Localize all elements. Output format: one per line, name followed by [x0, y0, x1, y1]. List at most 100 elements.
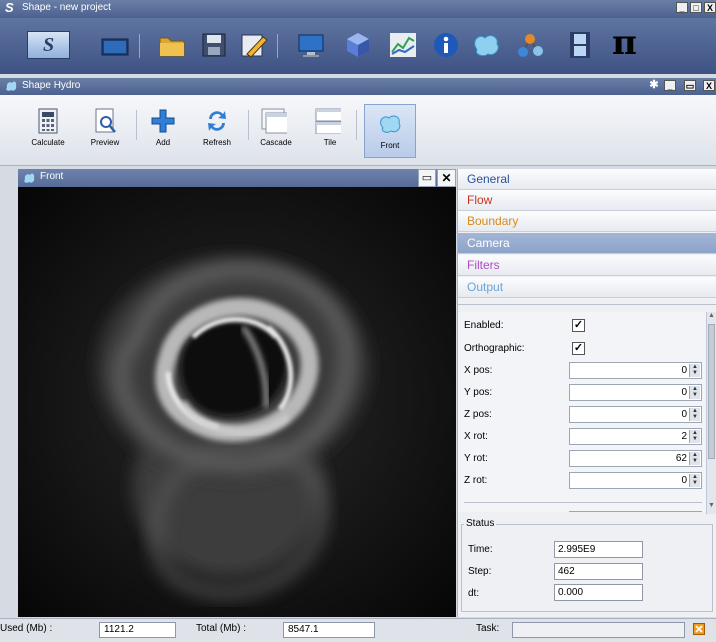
- filters-section-header[interactable]: Filters: [458, 255, 716, 276]
- splash-icon[interactable]: [471, 32, 501, 58]
- x-rot-spinner[interactable]: ▲ ▼: [689, 430, 700, 443]
- general-label: General: [467, 172, 510, 186]
- z-rot-input[interactable]: 0 ▲ ▼: [569, 472, 702, 489]
- step-label: Step:: [468, 566, 492, 577]
- camera-section-header[interactable]: Camera: [458, 233, 716, 254]
- z-pos-input[interactable]: 0 ▲ ▼: [569, 406, 702, 423]
- front-label: Front: [380, 141, 400, 150]
- filters-label: Filters: [467, 258, 500, 272]
- subwindow-restore-button[interactable]: ▭: [684, 80, 696, 91]
- add-label: Add: [155, 138, 171, 147]
- cascade-icon: [261, 108, 287, 134]
- minimize-button[interactable]: _: [676, 2, 688, 13]
- viewport-close-button[interactable]: ✕: [437, 169, 456, 187]
- preview-button[interactable]: Preview: [84, 108, 126, 147]
- app-title-bar: S Shape - new project _ □ X: [0, 0, 716, 18]
- add-icon: [151, 109, 175, 133]
- close-button[interactable]: X: [704, 2, 716, 13]
- y-rot-value: 62: [675, 453, 687, 464]
- cascade-label: Cascade: [260, 138, 292, 147]
- add-button[interactable]: Add: [144, 108, 182, 147]
- output-section-header[interactable]: Output: [458, 277, 716, 298]
- enabled-label: Enabled:: [464, 320, 504, 331]
- x-pos-input[interactable]: 0 ▲ ▼: [569, 362, 702, 379]
- x-pos-spinner[interactable]: ▲ ▼: [689, 364, 700, 377]
- orthographic-label: Orthographic:: [464, 343, 525, 354]
- save-icon[interactable]: [201, 32, 227, 58]
- main-toolbar: S π: [0, 18, 716, 74]
- screen-icon[interactable]: [101, 38, 129, 56]
- y-rot-input[interactable]: 62 ▲ ▼: [569, 450, 702, 467]
- orthographic-checkbox[interactable]: ✓: [572, 342, 585, 355]
- camera-label: Camera: [467, 236, 510, 250]
- task-progress-field: [512, 622, 685, 638]
- z-pos-spinner[interactable]: ▲ ▼: [689, 408, 700, 421]
- calculate-button[interactable]: Calculate: [28, 108, 68, 147]
- x-rot-label: X rot:: [464, 431, 488, 442]
- camera-scrollbar[interactable]: ▲ ▼: [706, 312, 716, 514]
- x-pos-value: 0: [681, 365, 687, 376]
- molecule-icon[interactable]: [516, 32, 544, 60]
- used-memory-label: Used (Mb) :: [0, 623, 53, 634]
- preview-label: Preview: [90, 138, 120, 147]
- z-pos-value: 0: [681, 409, 687, 420]
- scrollbar-thumb[interactable]: [708, 324, 715, 459]
- time-label: Time:: [468, 544, 493, 555]
- front-button[interactable]: Front: [364, 104, 416, 158]
- z-pos-label: Z pos:: [464, 409, 492, 420]
- y-rot-spinner[interactable]: ▲ ▼: [689, 452, 700, 465]
- viewport-restore-button[interactable]: ▭: [418, 169, 436, 187]
- scroll-up-arrow[interactable]: ▲: [708, 312, 715, 319]
- subwindow-title-bar: Shape Hydro ✱ _ ▭ X: [0, 78, 716, 95]
- x-rot-input[interactable]: 2 ▲ ▼: [569, 428, 702, 445]
- flow-label: Flow: [467, 193, 493, 207]
- boundary-section-header[interactable]: Boundary: [458, 211, 716, 232]
- front-icon: [380, 115, 401, 133]
- boundary-label: Boundary: [467, 214, 519, 228]
- maximize-button[interactable]: □: [690, 2, 702, 13]
- cube-icon[interactable]: [345, 31, 371, 59]
- refresh-button[interactable]: Refresh: [197, 108, 237, 147]
- edit-icon[interactable]: [239, 32, 269, 58]
- subwindow-close-button[interactable]: X: [703, 80, 715, 91]
- flow-section-header[interactable]: Flow: [458, 190, 716, 211]
- monitor-icon[interactable]: [297, 34, 325, 58]
- status-title: Status: [464, 518, 497, 529]
- z-rot-label: Z rot:: [464, 475, 488, 486]
- shape-logo-icon[interactable]: S: [27, 31, 70, 59]
- calculate-label: Calculate: [31, 138, 65, 147]
- viewport-title: Front: [40, 171, 64, 182]
- pin-button[interactable]: ✱: [648, 80, 660, 91]
- tile-label: Tile: [323, 138, 337, 147]
- total-memory-field: 8547.1: [283, 622, 375, 638]
- chart-icon[interactable]: [389, 32, 417, 58]
- section-divider: [458, 304, 716, 305]
- subwindow-title: Shape Hydro: [22, 80, 81, 91]
- nebula-render: [18, 187, 456, 617]
- camera-divider: [464, 502, 702, 503]
- subwindow-minimize-button[interactable]: _: [664, 80, 676, 91]
- calculator-icon: [38, 108, 58, 134]
- x-rot-value: 2: [681, 431, 687, 442]
- film-icon[interactable]: [569, 31, 591, 59]
- dt-field: 0.000: [554, 584, 643, 601]
- enabled-checkbox[interactable]: ✓: [572, 319, 585, 332]
- folder-icon[interactable]: [158, 32, 186, 58]
- y-pos-spinner[interactable]: ▲ ▼: [689, 386, 700, 399]
- tile-button[interactable]: Tile: [310, 108, 350, 147]
- render-viewport[interactable]: [18, 187, 456, 617]
- scroll-down-arrow[interactable]: ▼: [708, 502, 715, 509]
- info-icon[interactable]: [433, 32, 459, 58]
- general-section-header[interactable]: General: [458, 169, 716, 190]
- cancel-task-icon[interactable]: [693, 623, 705, 635]
- hidden-field-edge: [569, 511, 702, 515]
- z-rot-spinner[interactable]: ▲ ▼: [689, 474, 700, 487]
- used-memory-field: 1121.2: [99, 622, 176, 638]
- preview-icon: [95, 108, 116, 133]
- cascade-button[interactable]: Cascade: [254, 108, 298, 147]
- app-title: Shape - new project: [22, 2, 111, 13]
- step-field: 462: [554, 563, 643, 580]
- y-rot-label: Y rot:: [464, 453, 488, 464]
- y-pos-input[interactable]: 0 ▲ ▼: [569, 384, 702, 401]
- pi-icon[interactable]: π: [612, 23, 637, 63]
